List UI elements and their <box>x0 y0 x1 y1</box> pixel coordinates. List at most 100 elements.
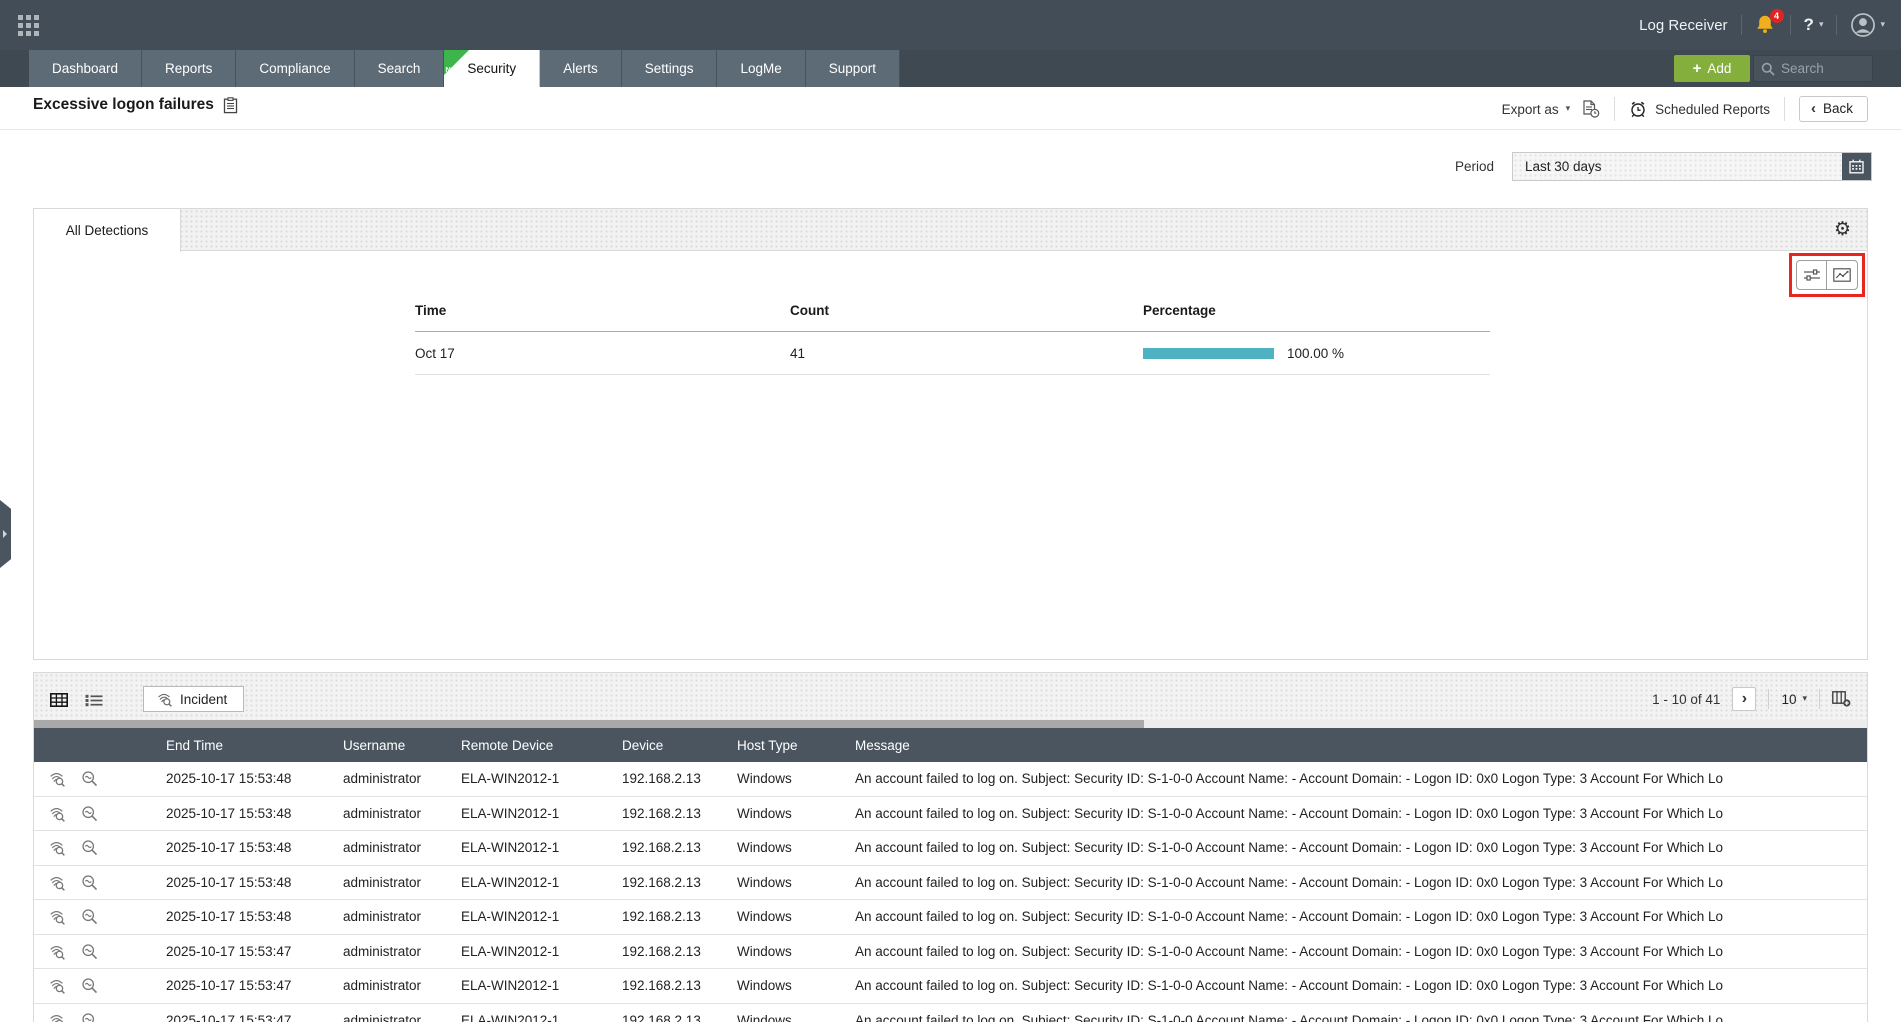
period-row: Period Last 30 days <box>1455 152 1872 181</box>
nav-tab-security[interactable]: NEWSecurity <box>444 50 540 87</box>
divider <box>1784 97 1785 121</box>
incident-fingerprint-icon <box>156 691 172 707</box>
incident-report-icon[interactable] <box>48 874 65 891</box>
chart-icon <box>1833 268 1851 282</box>
export-as-menu[interactable]: Export as ▾ <box>1502 100 1601 118</box>
nav-tab-label: Reports <box>165 61 212 76</box>
cell-message: An account failed to log on. Subject: Se… <box>855 806 1867 821</box>
search-analyze-icon[interactable] <box>81 977 98 994</box>
nav-tab-alerts[interactable]: Alerts <box>540 50 622 87</box>
search-analyze-icon[interactable] <box>81 908 98 925</box>
table-row[interactable]: 2025-10-17 15:53:47 administrator ELA-WI… <box>34 935 1867 970</box>
period-selector[interactable]: Last 30 days <box>1512 152 1872 181</box>
search-analyze-icon[interactable] <box>81 943 98 960</box>
page-title: Excessive logon failures <box>33 96 238 114</box>
horizontal-scrollbar-thumb[interactable] <box>34 720 1144 728</box>
cell-device: 192.168.2.13 <box>622 944 737 959</box>
nav-tab-logme[interactable]: LogMe <box>717 50 805 87</box>
calendar-button[interactable] <box>1842 153 1871 180</box>
incident-report-icon[interactable] <box>48 943 65 960</box>
cell-message: An account failed to log on. Subject: Se… <box>855 875 1867 890</box>
manage-columns-icon[interactable] <box>1832 691 1851 707</box>
list-view-button[interactable] <box>81 688 107 712</box>
annotation-highlight-box <box>1789 253 1865 297</box>
table-row[interactable]: 2025-10-17 15:53:48 administrator ELA-WI… <box>34 797 1867 832</box>
search-analyze-icon[interactable] <box>81 874 98 891</box>
global-search-box[interactable] <box>1753 55 1873 82</box>
log-table-header: End Time Username Remote Device Device H… <box>34 728 1867 762</box>
help-menu[interactable]: ? ▾ <box>1804 15 1824 35</box>
nav-tab-dashboard[interactable]: Dashboard <box>29 50 142 87</box>
search-analyze-icon[interactable] <box>81 805 98 822</box>
log-panel: Incident 1 - 10 of 41 › 10 ▾ <box>33 672 1868 1022</box>
back-button[interactable]: ‹ Back <box>1799 96 1868 122</box>
incident-report-icon[interactable] <box>48 977 65 994</box>
new-badge-ribbon: NEW <box>444 50 469 75</box>
search-analyze-icon[interactable] <box>81 770 98 787</box>
incident-report-icon[interactable] <box>48 839 65 856</box>
incident-report-icon[interactable] <box>48 805 65 822</box>
cell-device: 192.168.2.13 <box>622 771 737 786</box>
cell-message: An account failed to log on. Subject: Se… <box>855 909 1867 924</box>
nav-tab-compliance[interactable]: Compliance <box>236 50 354 87</box>
cell-end-time: 2025-10-17 15:53:48 <box>166 840 343 855</box>
divider <box>1614 97 1615 121</box>
report-doc-icon[interactable] <box>223 97 238 114</box>
search-input[interactable] <box>1781 61 1861 76</box>
chevron-down-icon: ▾ <box>1880 20 1885 30</box>
nav-tab-search[interactable]: Search <box>355 50 445 87</box>
side-panel-expand-handle[interactable] <box>0 500 11 568</box>
gear-icon[interactable]: ⚙ <box>1834 217 1851 242</box>
cell-message: An account failed to log on. Subject: Se… <box>855 978 1867 993</box>
user-menu[interactable]: ▾ <box>1850 12 1885 38</box>
nav-tab-label: LogMe <box>740 61 781 76</box>
log-col-message: Message <box>855 738 1867 753</box>
cell-host-type: Windows <box>737 875 855 890</box>
scheduled-reports-button[interactable]: Scheduled Reports <box>1629 100 1770 118</box>
add-button[interactable]: + Add <box>1674 55 1750 82</box>
incident-report-icon[interactable] <box>48 1012 65 1022</box>
nav-tab-support[interactable]: Support <box>806 50 900 87</box>
notifications-bell-icon[interactable]: 4 <box>1755 14 1777 36</box>
incident-button[interactable]: Incident <box>143 686 244 712</box>
tab-all-detections[interactable]: All Detections <box>34 209 181 252</box>
cell-username: administrator <box>343 875 461 890</box>
table-row[interactable]: 2025-10-17 15:53:48 administrator ELA-WI… <box>34 831 1867 866</box>
table-row[interactable]: 2025-10-17 15:53:48 administrator ELA-WI… <box>34 866 1867 901</box>
table-row[interactable]: 2025-10-17 15:53:47 administrator ELA-WI… <box>34 1004 1867 1022</box>
table-view-toggle[interactable] <box>1797 261 1827 289</box>
incident-report-icon[interactable] <box>48 770 65 787</box>
nav-tab-settings[interactable]: Settings <box>622 50 718 87</box>
grid-view-button[interactable] <box>46 688 72 712</box>
avatar-icon <box>1850 12 1876 38</box>
search-analyze-icon[interactable] <box>81 839 98 856</box>
cell-host-type: Windows <box>737 1013 855 1022</box>
cell-message: An account failed to log on. Subject: Se… <box>855 840 1867 855</box>
log-table-body: 2025-10-17 15:53:48 administrator ELA-WI… <box>34 762 1867 1022</box>
cell-host-type: Windows <box>737 771 855 786</box>
table-row[interactable]: 2025-10-17 15:53:48 administrator ELA-WI… <box>34 762 1867 797</box>
cell-end-time: 2025-10-17 15:53:47 <box>166 1013 343 1022</box>
summary-table-header: Time Count Percentage <box>415 303 1490 332</box>
table-row[interactable]: 2025-10-17 15:53:48 administrator ELA-WI… <box>34 900 1867 935</box>
chart-view-toggle[interactable] <box>1827 261 1857 289</box>
nav-tab-label: Dashboard <box>52 61 118 76</box>
page-size-dropdown[interactable]: 10 ▾ <box>1781 692 1807 707</box>
grid-view-icon <box>50 693 68 707</box>
nav-tab-reports[interactable]: Reports <box>142 50 236 87</box>
cell-device: 192.168.2.13 <box>622 909 737 924</box>
export-file-icon[interactable] <box>1581 100 1600 118</box>
cell-username: administrator <box>343 978 461 993</box>
next-page-button[interactable]: › <box>1732 687 1756 711</box>
incident-report-icon[interactable] <box>48 908 65 925</box>
cell-message: An account failed to log on. Subject: Se… <box>855 1013 1867 1022</box>
period-value[interactable]: Last 30 days <box>1513 153 1842 180</box>
cell-username: administrator <box>343 771 461 786</box>
apps-grid-icon[interactable] <box>18 15 39 36</box>
plus-icon: + <box>1693 61 1702 76</box>
search-analyze-icon[interactable] <box>81 1012 98 1022</box>
chevron-down-icon: ▾ <box>1819 20 1824 30</box>
table-row[interactable]: 2025-10-17 15:53:47 administrator ELA-WI… <box>34 969 1867 1004</box>
detections-content: Time Count Percentage Oct 1741100.00 % <box>34 251 1867 659</box>
cell-host-type: Windows <box>737 909 855 924</box>
